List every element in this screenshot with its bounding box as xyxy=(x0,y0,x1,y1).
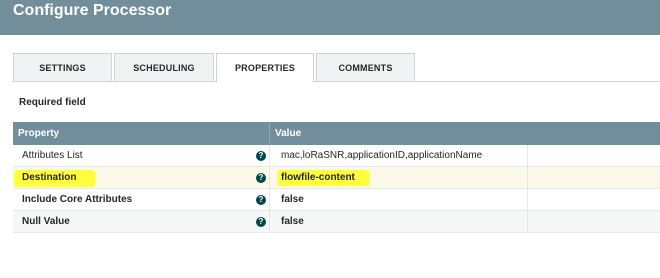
cell-divider xyxy=(527,167,528,189)
property-name: Null Value xyxy=(22,216,70,227)
cell-divider xyxy=(269,167,270,189)
dialog-title-bar: Configure Processor xyxy=(0,0,660,35)
cell-divider xyxy=(527,145,528,167)
required-field-note: Required field xyxy=(19,97,86,108)
properties-table: Property Value Attributes List ? mac,loR… xyxy=(13,122,660,233)
property-name: Destination xyxy=(22,172,77,183)
help-icon[interactable]: ? xyxy=(256,151,266,161)
property-value[interactable]: false xyxy=(281,211,304,233)
help-icon[interactable]: ? xyxy=(256,217,266,227)
cell-divider xyxy=(269,189,270,211)
table-row-destination[interactable]: Destination ? flowfile-content xyxy=(13,167,660,189)
tab-comments[interactable]: COMMENTS xyxy=(316,53,415,82)
property-value[interactable]: flowfile-content xyxy=(281,167,355,189)
property-value[interactable]: mac,loRaSNR,applicationID,applicationNam… xyxy=(281,145,482,167)
property-name: Attributes List xyxy=(22,150,83,161)
help-icon[interactable]: ? xyxy=(256,173,266,183)
column-divider xyxy=(269,122,270,145)
table-row-attributes-list[interactable]: Attributes List ? mac,loRaSNR,applicatio… xyxy=(13,145,660,167)
property-value[interactable]: false xyxy=(281,189,304,211)
cell-divider xyxy=(527,189,528,211)
property-name: Include Core Attributes xyxy=(22,194,133,205)
tab-settings[interactable]: SETTINGS xyxy=(13,53,112,82)
cell-divider xyxy=(527,211,528,233)
dialog-title: Configure Processor xyxy=(13,2,172,19)
cell-divider xyxy=(269,211,270,233)
column-header-property[interactable]: Property xyxy=(18,122,59,145)
table-header: Property Value xyxy=(13,122,660,145)
tab-properties[interactable]: PROPERTIES xyxy=(216,53,314,83)
table-row-null-value[interactable]: Null Value ? false xyxy=(13,211,660,233)
tab-scheduling[interactable]: SCHEDULING xyxy=(114,53,214,82)
cell-divider xyxy=(269,145,270,167)
column-header-value[interactable]: Value xyxy=(275,122,301,145)
table-row-include-core-attributes[interactable]: Include Core Attributes ? false xyxy=(13,189,660,211)
help-icon[interactable]: ? xyxy=(256,195,266,205)
